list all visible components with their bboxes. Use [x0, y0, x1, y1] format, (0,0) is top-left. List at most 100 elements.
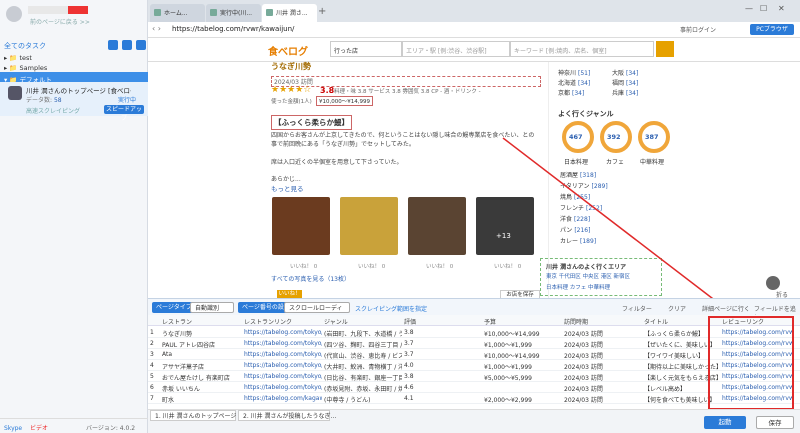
new-task-icon[interactable] — [108, 40, 118, 50]
tree-label: Samples — [19, 64, 48, 72]
tab-home[interactable]: ホーム... — [150, 4, 205, 22]
like-count[interactable]: いいね！ 0 — [426, 262, 453, 270]
save-button[interactable]: 保存 — [756, 416, 794, 429]
frequent-area-title: 川井 潤さんのよく行くエリア — [546, 264, 627, 271]
tree-label: test — [19, 54, 32, 62]
col-header[interactable]: レストランリンク — [244, 317, 292, 326]
table-cell: 3.8 — [404, 373, 414, 380]
table-cell: 1 — [150, 329, 154, 336]
page-type-select[interactable]: 自動識別 — [190, 302, 234, 313]
video-link[interactable]: ビデオ — [30, 425, 48, 432]
filter-button[interactable]: フィルター — [622, 304, 652, 313]
detail-page-button[interactable]: 詳細ページに行く — [702, 304, 750, 313]
food-photo[interactable]: +13 — [476, 197, 534, 255]
food-photo[interactable] — [408, 197, 466, 255]
table-cell: ¥2,000～¥2,999 — [484, 397, 532, 404]
genre-row[interactable]: フレンチ [252] — [560, 203, 602, 212]
skype-link[interactable]: Skype — [4, 425, 22, 432]
back-arrow-icon[interactable]: ‹ › — [152, 24, 161, 33]
speed-up-button[interactable]: スピードアップ — [104, 105, 144, 122]
genre-row[interactable]: パン [216] — [560, 225, 590, 234]
table-cell: 2024/03 訪問 — [564, 331, 603, 338]
area-row[interactable]: 京都 [34] — [558, 88, 584, 97]
account-badge — [68, 6, 88, 14]
pre-login-button[interactable]: 事前ログイン — [680, 25, 716, 34]
visit-date: 2024/03 訪問 — [271, 76, 541, 87]
area-row[interactable]: 大阪 [34] — [612, 68, 638, 77]
review-heading: 【ふっくら柔らか鰻】 — [271, 115, 352, 130]
search-icon[interactable] — [656, 41, 674, 57]
tab-kawai[interactable]: 川井 潤さ... — [262, 4, 317, 22]
all-photos-link[interactable]: すべての写真を見る（13枚） — [271, 274, 350, 283]
genre-row[interactable]: 焼鳥 [255] — [560, 192, 590, 201]
table-cell: 2024/03 訪問 — [564, 353, 603, 360]
col-header[interactable]: ジャンル — [324, 317, 348, 326]
account-avatar[interactable] — [6, 6, 22, 22]
folder-add-icon[interactable] — [122, 40, 132, 50]
like-count[interactable]: いいね！ 0 — [358, 262, 385, 270]
food-photo[interactable] — [272, 197, 330, 255]
table-cell: 2 — [150, 340, 154, 347]
donut-label[interactable]: 中華料理 — [640, 157, 664, 166]
review-text: 席は入口近くの半個室を用意して下さっていた。 — [271, 159, 403, 166]
clear-button[interactable]: クリア — [668, 304, 686, 313]
table-cell: 2024/03 訪問 — [564, 386, 603, 393]
delete-icon[interactable] — [136, 40, 146, 50]
donut-label[interactable]: 日本料理 — [564, 157, 588, 166]
tab-running[interactable]: 実行中(川... — [206, 4, 261, 22]
more-link[interactable]: もっと見る — [271, 183, 304, 193]
table-cell: (大井町、鮫洲、青物横丁 / 洋... — [324, 364, 402, 371]
genre-row[interactable]: イタリアン [289] — [560, 181, 608, 190]
col-header[interactable]: 評価 — [404, 317, 416, 326]
area-row[interactable]: 神奈川 [51] — [558, 68, 590, 77]
new-tab-button[interactable]: + — [318, 6, 326, 17]
col-header[interactable]: レストラン — [162, 317, 192, 326]
scrape-range-link[interactable]: スクレイピング範囲を指定 — [355, 304, 427, 313]
genre-row[interactable]: 洋食 [228] — [560, 214, 590, 223]
genre-row[interactable]: カレー [189] — [560, 236, 596, 245]
like-count[interactable]: いいね！ 0 — [494, 262, 521, 270]
page-setting-select[interactable]: スクロールローディン — [284, 302, 350, 323]
sheet-tab-1[interactable]: 1. 川井 潤さんのトップページ [食 — [150, 410, 247, 421]
scroll-top-icon[interactable] — [766, 276, 780, 290]
food-photo[interactable] — [340, 197, 398, 255]
maximize-icon[interactable]: ☐ — [760, 4, 767, 13]
close-icon[interactable]: ✕ — [778, 4, 785, 13]
task-data-count: データ数: 58 — [26, 97, 62, 104]
area-row[interactable]: 北海道 [34] — [558, 78, 590, 87]
tabelog-logo[interactable]: 食べログ — [268, 43, 308, 58]
table-cell: (岩田町、九段下、水道橋 / う... — [324, 331, 402, 338]
price-label: 使った金額(1人) — [271, 99, 312, 105]
sheet-tab-2[interactable]: 2. 川井 潤さんが投稿したうなぎ... — [238, 410, 336, 421]
table-cell: 4 — [150, 362, 154, 369]
table-cell: https://tabelog.com/tokyo/A130... — [244, 329, 322, 336]
table-cell: 4.0 — [404, 362, 414, 369]
frequent-genre-links[interactable]: 日本料理 カフェ 中華料理 — [546, 283, 610, 291]
url-field[interactable]: https://tabelog.com/rvwr/kawaijun/ — [172, 25, 294, 33]
area-row[interactable]: 福岡 [34] — [612, 78, 638, 87]
rating-value: 3.8 — [320, 86, 335, 95]
col-header[interactable]: 訪問時期 — [564, 317, 588, 326]
went-store-field[interactable]: 行った店 — [330, 41, 402, 57]
table-cell: 3.7 — [404, 351, 414, 358]
donut-count: 392 — [607, 133, 621, 141]
genre-row[interactable]: 居酒屋 [318] — [560, 170, 596, 179]
minimize-icon[interactable]: — — [745, 4, 753, 13]
table-cell: おでん屋たけし 有楽町店 — [162, 375, 230, 382]
back-link[interactable]: 前のページに戻る >> — [30, 17, 90, 26]
table-cell: 2024/03 訪問 — [564, 342, 603, 349]
col-header[interactable]: 予算 — [484, 317, 496, 326]
restaurant-name[interactable]: うなぎ川勢 — [271, 61, 311, 72]
keyword-input[interactable]: キーワード [例:焼肉、店名、個室] — [510, 41, 654, 57]
table-cell: ¥5,000～¥5,999 — [484, 375, 532, 382]
review-text: あらかじ... — [271, 176, 301, 183]
genre-heading: よく行くジャンル — [558, 110, 614, 118]
like-count[interactable]: いいね！ 0 — [290, 262, 317, 270]
area-input[interactable]: エリア・駅 [例:渋谷、渋谷駅] — [402, 41, 510, 57]
pc-browser-button[interactable]: PCブラウザ — [750, 24, 794, 35]
area-row[interactable]: 兵庫 [34] — [612, 88, 638, 97]
frequent-area-links[interactable]: 東京 千代田区 中央区 港区 新宿区 — [546, 272, 630, 280]
start-button[interactable]: 起動 — [704, 416, 746, 429]
donut-label[interactable]: カフェ — [606, 157, 624, 166]
col-header[interactable]: タイトル — [644, 317, 668, 326]
